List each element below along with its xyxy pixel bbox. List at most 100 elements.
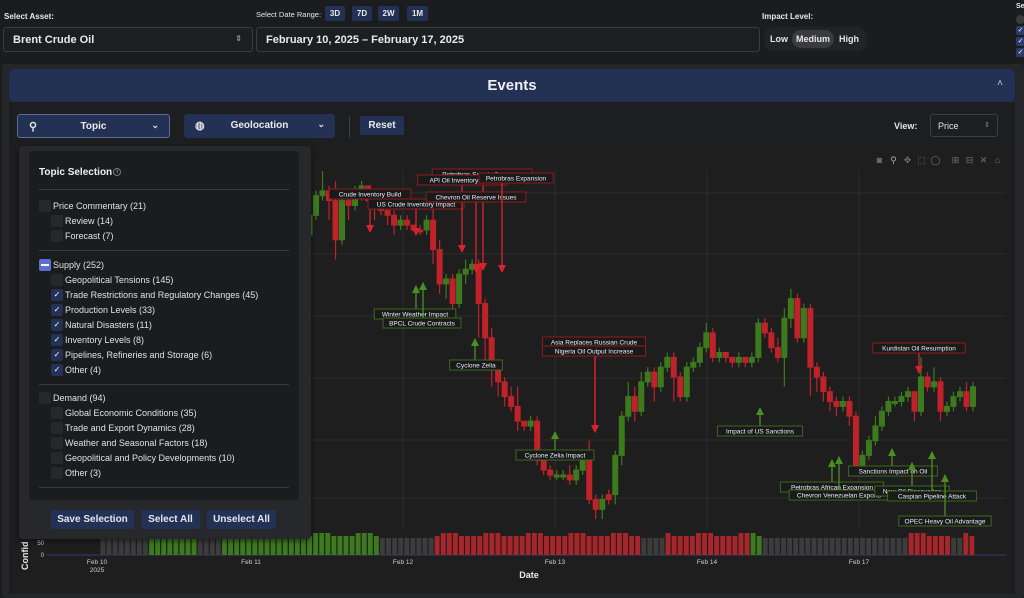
checkbox[interactable] xyxy=(51,215,63,227)
confidence-bar xyxy=(951,538,957,555)
confidence-bar xyxy=(325,533,331,555)
arrow-up-icon xyxy=(888,448,896,456)
confidence-bar xyxy=(841,538,847,555)
confidence-bar xyxy=(215,538,221,555)
checkbox[interactable] xyxy=(51,467,63,479)
checkbox-checked[interactable]: ✓ xyxy=(51,319,63,331)
x-tick-label: Feb 10 xyxy=(87,559,108,566)
x-axis-label: Date xyxy=(519,570,539,580)
group-label: Supply (252) xyxy=(53,260,105,270)
candle-body xyxy=(547,469,554,476)
divider xyxy=(39,189,289,190)
camera-icon[interactable]: ◙ xyxy=(874,155,885,166)
confidence-bar xyxy=(136,538,142,555)
confidence-bar xyxy=(774,538,780,555)
candle-body xyxy=(924,376,931,388)
checkbox[interactable] xyxy=(39,200,51,212)
checkbox[interactable] xyxy=(51,452,63,464)
save-selection-button[interactable]: Save Selection xyxy=(51,510,134,529)
confidence-bar xyxy=(544,536,549,555)
candle-body xyxy=(631,396,638,412)
checkbox-checked[interactable]: ✓ xyxy=(51,304,63,316)
confidence-bar xyxy=(853,538,859,555)
confidence-bar xyxy=(902,538,908,555)
checkbox[interactable] xyxy=(51,274,63,286)
autoscale-icon[interactable]: ✕ xyxy=(978,155,989,166)
topic-label: Forecast (7) xyxy=(65,231,114,241)
checkbox[interactable] xyxy=(51,422,63,434)
candle-body xyxy=(456,273,463,305)
confidence-bar xyxy=(926,536,932,555)
candle-body xyxy=(885,401,892,412)
candle-body xyxy=(820,376,827,393)
candle-body xyxy=(774,347,781,358)
checkbox-checked[interactable]: ✓ xyxy=(51,334,63,346)
candle-body xyxy=(761,322,768,334)
confidence-bar xyxy=(513,536,519,555)
checkbox-checked[interactable]: ✓ xyxy=(51,364,63,376)
confidence-bar xyxy=(945,536,950,555)
arrow-down-icon xyxy=(915,366,923,374)
unselect-all-button[interactable]: Unselect All xyxy=(207,510,276,529)
candle-body xyxy=(618,415,625,456)
checkbox-checked[interactable]: ✓ xyxy=(51,289,63,301)
confidence-bar xyxy=(143,538,148,555)
box-select-icon[interactable]: ⬚ xyxy=(916,155,927,166)
topic-selection-box: Topic Selection i Price Commentary (21) R… xyxy=(29,151,299,500)
confidence-bar xyxy=(884,538,890,555)
info-icon[interactable]: i xyxy=(113,168,122,177)
checkbox-indeterminate[interactable] xyxy=(39,259,51,271)
confidence-bar xyxy=(562,536,568,555)
topic-label: Weather and Seasonal Factors (18) xyxy=(65,438,208,448)
candle-body xyxy=(898,396,905,403)
annotation-label: Impact of US Sanctions xyxy=(726,429,795,436)
pan-icon[interactable]: ✥ xyxy=(902,155,913,166)
confidence-bar xyxy=(726,536,732,555)
confidence-bar xyxy=(337,536,343,555)
candle-body xyxy=(404,219,411,226)
candle-body xyxy=(651,371,658,388)
candle-body xyxy=(508,396,515,407)
confidence-bar xyxy=(920,533,926,555)
candle-body xyxy=(768,332,775,349)
confidence-bar xyxy=(452,533,458,555)
confidence-bar xyxy=(689,536,695,555)
confidence-bar xyxy=(538,533,543,555)
candle-body xyxy=(345,200,352,207)
candle-body xyxy=(833,401,840,407)
confidence-bar xyxy=(477,536,483,555)
confidence-bar xyxy=(738,533,744,555)
candle-body xyxy=(722,352,729,358)
select-all-button[interactable]: Select All xyxy=(141,510,200,529)
confidence-bar xyxy=(623,533,628,555)
candle-body xyxy=(787,298,794,319)
divider xyxy=(39,487,289,488)
arrow-up-icon xyxy=(471,338,479,346)
checkbox[interactable] xyxy=(39,392,51,404)
arrow-up-icon xyxy=(828,459,836,467)
confidence-bar xyxy=(610,533,616,555)
candle-body xyxy=(664,356,671,368)
checkbox[interactable] xyxy=(51,407,63,419)
reset-axes-icon[interactable]: ⌂ xyxy=(992,155,1003,166)
confidence-bar xyxy=(386,538,391,555)
candle-body xyxy=(807,307,814,368)
candle-body xyxy=(573,469,580,481)
confidence-bar xyxy=(118,538,124,555)
arrow-up-icon xyxy=(412,285,420,293)
checkbox[interactable] xyxy=(51,230,63,242)
candle-body xyxy=(826,391,833,403)
confidence-bar xyxy=(380,538,385,555)
candle-body xyxy=(781,317,788,358)
confidence-bar xyxy=(708,533,714,555)
lasso-icon[interactable]: ◯ xyxy=(930,155,941,166)
zoom-in-icon[interactable]: ⊞ xyxy=(950,155,961,166)
checkbox[interactable] xyxy=(51,437,63,449)
zoom-icon[interactable]: ⚲ xyxy=(888,155,899,166)
confidence-bar xyxy=(598,536,604,555)
confidence-bar xyxy=(963,533,969,555)
checkbox-checked[interactable]: ✓ xyxy=(51,349,63,361)
zoom-out-icon[interactable]: ⊟ xyxy=(964,155,975,166)
candle-body xyxy=(937,381,944,412)
confidence-bar xyxy=(695,533,701,555)
